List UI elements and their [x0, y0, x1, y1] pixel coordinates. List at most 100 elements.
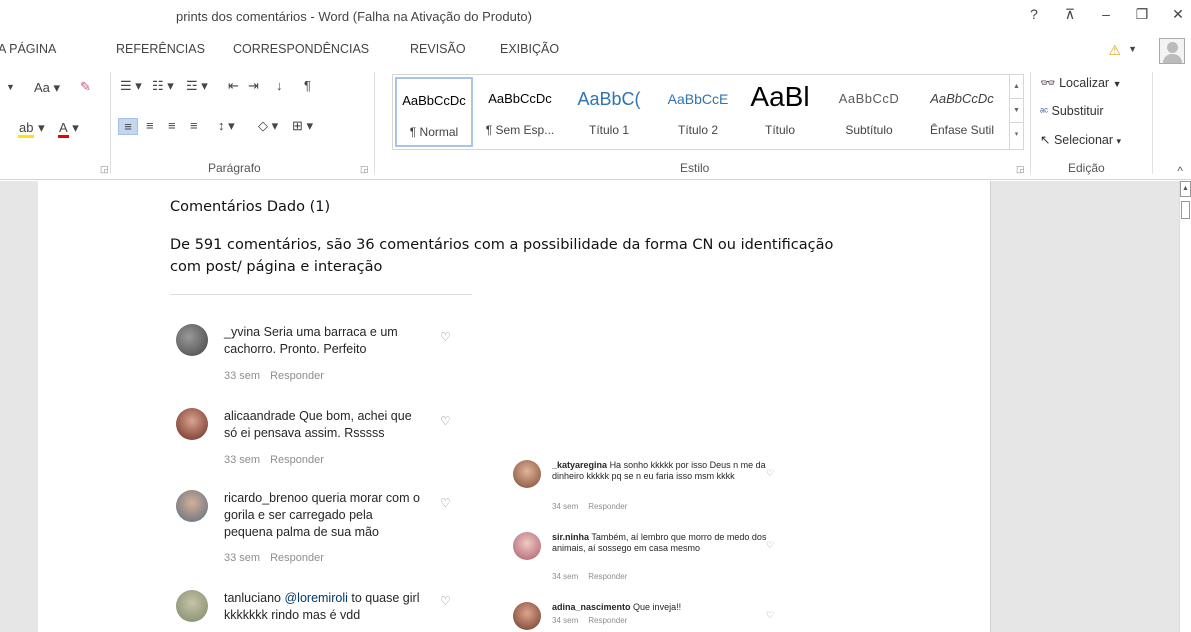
style-sem-espacamento[interactable]: AaBbCcDc ¶ Sem Esp...	[479, 77, 561, 147]
embedded-screenshot-comments-1[interactable]: _yvina Seria uma barraca e um cachorro. …	[170, 294, 472, 632]
chevron-down-icon[interactable]: ▼	[1128, 44, 1137, 54]
comment-meta: 33 sem Responder	[224, 552, 334, 564]
styles-dialog-launcher-icon[interactable]: ◲	[1016, 164, 1025, 175]
comment-username[interactable]: alicaandrade	[224, 409, 296, 423]
heart-icon[interactable]: ♡	[440, 594, 451, 608]
restore-icon[interactable]: ❐	[1135, 6, 1149, 23]
comment-meta: 34 sem Responder	[552, 502, 637, 511]
tab-revisao[interactable]: REVISÃO	[410, 42, 466, 56]
select-button[interactable]: ↖ Selecionar ▾	[1040, 132, 1121, 147]
comment-text: adina_nascimento Que inveja!!	[552, 602, 768, 613]
font-color-button[interactable]: A ▾	[58, 120, 79, 138]
find-button[interactable]: 👓 Localizar ▼	[1040, 76, 1122, 91]
group-separator	[374, 72, 375, 174]
heart-icon[interactable]: ♡	[440, 330, 451, 344]
paragraph-dialog-launcher-icon[interactable]: ◲	[360, 164, 369, 175]
minimize-icon[interactable]: –	[1099, 6, 1113, 23]
reply-link[interactable]: Responder	[270, 370, 324, 382]
style-sample: AaBbCcDc	[488, 91, 552, 106]
style-titulo-1[interactable]: AaBbC( Título 1	[569, 77, 649, 147]
justify-icon[interactable]: ≡	[190, 118, 198, 133]
heart-icon[interactable]: ♡	[440, 414, 451, 428]
user-avatar[interactable]	[1159, 38, 1185, 64]
document-paragraph-line-2: com post/ página e interação	[170, 259, 383, 275]
title-bar: prints dos comentários - Word (Falha na …	[0, 0, 1191, 34]
ribbon: ▼ Aa ▾ ✎ ab ▾ A ▾ ◲ ☰ ▾ ☷ ▾ ☲ ▾ ⇤ ⇥ ↓ ¶ …	[0, 66, 1191, 180]
line-spacing-icon[interactable]: ↕ ▾	[218, 118, 235, 134]
group-separator	[110, 72, 111, 174]
multilevel-list-icon[interactable]: ☲ ▾	[186, 78, 208, 94]
heart-icon[interactable]: ♡	[766, 468, 774, 479]
shading-icon[interactable]: ◇ ▾	[258, 118, 278, 134]
comment-username[interactable]: sir.ninha	[552, 532, 589, 542]
styles-gallery-scroll: ▲ ▼ ▾	[1009, 75, 1023, 149]
comment-time: 34 sem	[552, 572, 579, 581]
style-titulo[interactable]: AaBl Título	[745, 77, 815, 147]
heart-icon[interactable]: ♡	[440, 496, 451, 510]
editing-group-label: Edição	[1068, 161, 1105, 175]
change-case-button[interactable]: Aa ▾	[34, 80, 60, 96]
style-sample: AaBbCcDc	[402, 93, 466, 108]
tab-layout-da-pagina[interactable]: A PÁGINA	[0, 42, 56, 56]
align-center-icon[interactable]: ≡	[146, 118, 154, 133]
font-dialog-launcher-icon[interactable]: ◲	[100, 164, 109, 175]
sort-icon[interactable]: ↓	[276, 78, 283, 93]
close-icon[interactable]: ✕	[1171, 6, 1185, 23]
ribbon-display-options-icon[interactable]: ⊼	[1063, 6, 1077, 23]
help-icon[interactable]: ?	[1027, 6, 1041, 23]
increase-indent-icon[interactable]: ⇥	[248, 78, 259, 94]
style-subtitulo[interactable]: AaBbCcD Subtítulo	[827, 77, 911, 147]
style-sample: AaBbCcE	[667, 91, 729, 107]
align-right-icon[interactable]: ≡	[168, 118, 176, 133]
comment-time: 33 sem	[224, 370, 261, 382]
comment-username[interactable]: adina_nascimento	[552, 602, 631, 612]
decrease-indent-icon[interactable]: ⇤	[228, 78, 239, 94]
borders-icon[interactable]: ⊞ ▾	[292, 118, 313, 134]
avatar-body-shape	[1163, 54, 1182, 63]
highlight-color-button[interactable]: ab ▾	[18, 120, 45, 138]
tab-exibicao[interactable]: EXIBIÇÃO	[500, 42, 559, 56]
scroll-up-arrow-icon[interactable]: ▲	[1180, 181, 1191, 197]
bullets-icon[interactable]: ☰ ▾	[120, 78, 142, 94]
reply-link[interactable]: Responder	[270, 552, 324, 564]
comment-time: 34 sem	[552, 502, 579, 511]
reply-link[interactable]: Responder	[588, 502, 627, 511]
replace-button[interactable]: ᵃᶜ Substituir	[1040, 104, 1104, 118]
collapse-ribbon-icon[interactable]: ^	[1177, 164, 1183, 178]
scroll-down-icon[interactable]: ▼	[1010, 99, 1023, 123]
avatar	[176, 324, 208, 356]
more-styles-icon[interactable]: ▾	[1010, 123, 1023, 147]
style-normal[interactable]: AaBbCcDc ¶ Normal	[395, 77, 473, 147]
scroll-thumb[interactable]	[1181, 201, 1190, 219]
avatar-head-shape	[1167, 42, 1178, 53]
avatar	[513, 532, 541, 560]
reply-link[interactable]: Responder	[588, 616, 627, 625]
clear-formatting-icon[interactable]: ✎	[80, 79, 91, 95]
style-name: Título 1	[588, 123, 630, 137]
style-name: ¶ Normal	[409, 125, 459, 139]
comment-username[interactable]: tanluciano	[224, 591, 281, 605]
heart-icon[interactable]: ♡	[766, 610, 774, 621]
embedded-screenshot-comments-2[interactable]: _katyaregina Ha sonho kkkkk por isso Deu…	[508, 436, 778, 632]
scroll-up-icon[interactable]: ▲	[1010, 75, 1023, 99]
style-name: Subtítulo	[845, 123, 893, 137]
comment-username[interactable]: _yvina	[224, 325, 260, 339]
tab-correspondencias[interactable]: CORRESPONDÊNCIAS	[233, 42, 369, 56]
reply-link[interactable]: Responder	[588, 572, 627, 581]
align-left-icon[interactable]: ≡	[118, 118, 138, 135]
vertical-scrollbar[interactable]: ▲	[1179, 181, 1191, 632]
numbering-icon[interactable]: ☷ ▾	[152, 78, 174, 94]
page-edge	[990, 181, 991, 632]
comment-username[interactable]: ricardo_brenoo	[224, 491, 308, 505]
heart-icon[interactable]: ♡	[766, 540, 774, 551]
comment-username[interactable]: _katyaregina	[552, 460, 607, 470]
font-size-dropdown-icon[interactable]: ▼	[6, 82, 15, 92]
tab-referencias[interactable]: REFERÊNCIAS	[116, 42, 205, 56]
reply-link[interactable]: Responder	[270, 454, 324, 466]
show-formatting-marks-icon[interactable]: ¶	[304, 78, 311, 93]
style-enfase-sutil[interactable]: AaBbCcDc Ênfase Sutil	[919, 77, 1005, 147]
warning-icon[interactable]: ⚠	[1108, 42, 1121, 59]
style-titulo-2[interactable]: AaBbCcE Título 2	[657, 77, 739, 147]
comment-mention[interactable]: @loremiroli	[284, 591, 347, 605]
comment-text: sir.ninha Também, aí lembro que morro de…	[552, 532, 768, 554]
